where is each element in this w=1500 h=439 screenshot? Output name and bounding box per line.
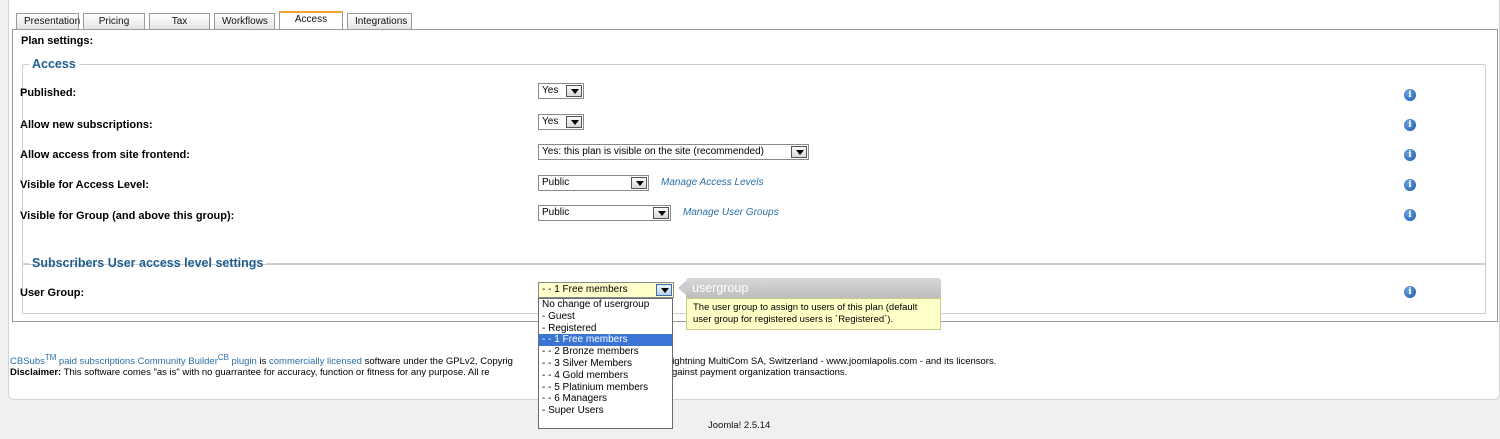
plugin-link[interactable]: plugin xyxy=(231,356,256,367)
visible-access-level-select[interactable]: Public xyxy=(538,175,649,191)
tab-tax[interactable]: Tax xyxy=(149,13,210,30)
cbsubs-text: CBSubs xyxy=(10,356,45,368)
tooltip-title: usergroup xyxy=(678,278,941,298)
tooltip-body: The user group to assign to users of thi… xyxy=(686,298,941,330)
tm-mark: TM xyxy=(44,353,57,362)
license-tail: k of Lightning MultiCom SA, Switzerland … xyxy=(648,356,997,368)
user-group-dropdown-list: No change of usergroup - Guest - Registe… xyxy=(538,298,673,429)
tab-integrations[interactable]: Integrations xyxy=(347,13,412,30)
tab-pricing[interactable]: Pricing xyxy=(83,13,145,30)
allow-frontend-value: Yes: this plan is visible on the site (r… xyxy=(542,146,764,157)
dropdown-option[interactable]: No change of usergroup xyxy=(539,299,672,311)
footer-line-1: CBSubsTM paid subscriptions Community Bu… xyxy=(10,352,996,367)
chevron-down-icon xyxy=(791,146,807,158)
info-icon[interactable]: i xyxy=(1404,209,1416,221)
dropdown-option[interactable]: - - 3 Silver Members xyxy=(539,358,672,370)
info-icon[interactable]: i xyxy=(1404,89,1416,101)
dropdown-option[interactable]: - - 6 Managers xyxy=(539,393,672,405)
published-label: Published: xyxy=(20,87,77,99)
user-group-label: User Group: xyxy=(20,287,85,299)
dropdown-option[interactable]: - - 2 Bronze members xyxy=(539,346,672,358)
visible-access-level-value: Public xyxy=(542,177,570,188)
dropdown-option[interactable]: - Super Users xyxy=(539,405,672,417)
visible-group-select[interactable]: Public xyxy=(538,205,671,221)
subscribers-legend: Subscribers User access level settings xyxy=(32,256,264,270)
allow-frontend-select[interactable]: Yes: this plan is visible on the site (r… xyxy=(538,144,809,160)
plan-settings-heading: Plan settings: xyxy=(21,35,94,47)
dropdown-option[interactable]: - Registered xyxy=(539,323,672,335)
tab-presentation[interactable]: Presentation xyxy=(16,13,80,30)
chevron-down-icon xyxy=(653,207,669,219)
allow-new-subscriptions-value: Yes xyxy=(542,116,559,127)
tab-bar: Presentation Pricing Tax Workflows Acces… xyxy=(16,11,416,30)
tab-access[interactable]: Access xyxy=(279,11,343,29)
community-builder-link[interactable]: paid subscriptions Community BuilderCB xyxy=(58,353,229,368)
footer-license: CBSubsTM paid subscriptions Community Bu… xyxy=(10,352,996,378)
dropdown-option-selected[interactable]: - - 1 Free members xyxy=(539,334,672,347)
user-group-select[interactable]: - - 1 Free members xyxy=(538,282,674,298)
community-builder-text: paid subscriptions Community Builder xyxy=(58,356,218,368)
commercially-licensed-link[interactable]: commercially licensed xyxy=(269,356,362,367)
published-value: Yes xyxy=(542,85,559,96)
visible-access-level-label: Visible for Access Level: xyxy=(20,179,150,191)
visible-group-value: Public xyxy=(542,207,570,218)
allow-new-subscriptions-select[interactable]: Yes xyxy=(538,114,584,130)
chevron-down-icon xyxy=(566,85,582,97)
is-text: is xyxy=(259,356,267,368)
chevron-down-icon xyxy=(656,284,672,296)
manage-user-groups-link[interactable]: Manage User Groups xyxy=(683,207,779,218)
cbsubs-link[interactable]: CBSubsTM xyxy=(10,353,57,368)
cb-mark: CB xyxy=(217,353,229,362)
visible-group-label: Visible for Group (and above this group)… xyxy=(20,210,235,222)
access-fieldset: Access xyxy=(22,57,1486,265)
published-select[interactable]: Yes xyxy=(538,83,584,99)
info-icon[interactable]: i xyxy=(1404,286,1416,298)
dropdown-option[interactable]: - - 5 Platinium members xyxy=(539,382,672,394)
chevron-down-icon xyxy=(566,116,582,128)
footer-line-2: Disclaimer: This software comes "as is" … xyxy=(10,367,996,378)
dropdown-option[interactable]: - - 4 Gold members xyxy=(539,370,672,382)
info-icon[interactable]: i xyxy=(1404,119,1416,131)
chevron-down-icon xyxy=(631,177,647,189)
disclaimer-label: Disclaimer: xyxy=(10,367,62,379)
access-legend: Access xyxy=(32,57,76,71)
manage-access-levels-link[interactable]: Manage Access Levels xyxy=(661,177,763,188)
license-text: software under the GPLv2, Copyrig xyxy=(364,356,513,368)
dropdown-option[interactable]: - Guest xyxy=(539,311,672,323)
allow-frontend-label: Allow access from site frontend: xyxy=(20,149,190,161)
info-icon[interactable]: i xyxy=(1404,179,1416,191)
user-group-value: - - 1 Free members xyxy=(542,284,628,295)
allow-new-subscriptions-label: Allow new subscriptions: xyxy=(20,119,153,131)
info-icon[interactable]: i xyxy=(1404,149,1416,161)
joomla-version: Joomla! 2.5.14 xyxy=(708,420,771,431)
tab-workflows[interactable]: Workflows xyxy=(214,13,275,30)
disclaimer-text: This software comes "as is" with no guar… xyxy=(63,367,490,379)
